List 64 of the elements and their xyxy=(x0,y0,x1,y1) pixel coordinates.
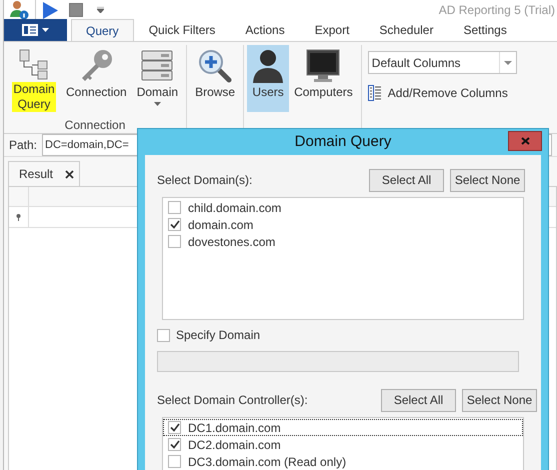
group-label: Connection xyxy=(64,117,126,134)
ribbon-button[interactable]: Connection xyxy=(61,45,132,112)
file-menu-button[interactable] xyxy=(4,19,67,41)
server-icon xyxy=(141,50,174,82)
item-label: child.domain.com xyxy=(188,200,282,216)
ribbon-tab[interactable]: Query xyxy=(71,19,134,41)
result-tab[interactable]: Result xyxy=(8,161,80,186)
item-label: DC3.domain.com (Read only) xyxy=(188,454,346,470)
domain-input-field[interactable] xyxy=(157,351,519,372)
panel-icon xyxy=(22,24,38,36)
ribbon-tab[interactable]: Export xyxy=(300,19,364,41)
path-label: Path: xyxy=(9,137,38,154)
caret-icon xyxy=(504,60,512,64)
close-icon[interactable] xyxy=(65,170,74,178)
ribbon-tab[interactable]: Settings xyxy=(448,19,522,41)
checkbox[interactable] xyxy=(168,438,181,451)
list-item[interactable]: child.domain.com xyxy=(163,199,523,216)
caret-icon xyxy=(42,28,49,32)
window-title: AD Reporting 5 (Trial) xyxy=(438,2,555,19)
dialog-button[interactable]: Select All xyxy=(381,388,456,412)
ribbon-tab[interactable]: Scheduler xyxy=(364,19,448,41)
checkmark-icon xyxy=(170,220,180,229)
ribbon-tab[interactable]: Actions xyxy=(230,19,300,41)
list-item[interactable]: DC2.domain.com xyxy=(163,436,523,453)
specify-domain-label: Specify Domain xyxy=(176,327,260,344)
dialog-button[interactable]: Select None xyxy=(450,168,525,192)
list-item[interactable]: domain.com xyxy=(163,216,523,233)
play-icon[interactable] xyxy=(42,2,58,18)
columns-icon xyxy=(368,85,381,101)
checkbox[interactable] xyxy=(168,421,181,434)
close-button[interactable] xyxy=(508,131,542,151)
ribbon-button[interactable]: Computers xyxy=(289,45,358,112)
ribbon-button[interactable]: Domain xyxy=(132,45,184,112)
ribbon-tab[interactable]: Quick Filters xyxy=(134,19,230,41)
item-label: DC1.domain.com xyxy=(188,420,281,436)
ribbon-button[interactable]: Users xyxy=(247,45,290,112)
ribbon-button[interactable]: Browse xyxy=(190,45,240,112)
filter-pin-icon[interactable] xyxy=(16,214,21,220)
list-item[interactable]: DC1.domain.com xyxy=(163,419,523,436)
section-label: Select Domain(s): xyxy=(157,172,252,189)
columns-dropdown[interactable]: Default Columns xyxy=(368,51,517,74)
magnifier-icon xyxy=(198,49,232,83)
checkbox[interactable] xyxy=(157,328,170,342)
checkbox[interactable] xyxy=(168,201,181,214)
checkbox[interactable] xyxy=(168,218,181,231)
section-label: Select Domain Controller(s): xyxy=(157,392,308,409)
item-label: DC2.domain.com xyxy=(188,436,281,454)
item-label: domain.com xyxy=(188,216,254,234)
tree-diagram-icon xyxy=(18,48,50,80)
dialog-button[interactable]: Select All xyxy=(369,168,444,192)
dropdown-caret-icon[interactable] xyxy=(97,7,104,13)
checkbox[interactable] xyxy=(168,235,181,248)
ribbon-button[interactable]: Domain Query xyxy=(7,45,61,112)
checkbox[interactable] xyxy=(168,455,181,468)
add-remove-columns-button[interactable]: Add/Remove Columns xyxy=(368,84,517,102)
list-item[interactable]: dovestones.com xyxy=(163,233,523,250)
dialog-button[interactable]: Select None xyxy=(462,388,537,412)
user-icon xyxy=(252,49,284,83)
item-label: dovestones.com xyxy=(188,234,276,250)
close-icon xyxy=(520,137,530,145)
monitor-icon xyxy=(305,49,342,83)
user-info-icon[interactable] xyxy=(9,0,29,20)
list-item[interactable]: DC3.domain.com (Read only) xyxy=(163,453,523,470)
dialog-title: Domain Query xyxy=(294,132,392,152)
